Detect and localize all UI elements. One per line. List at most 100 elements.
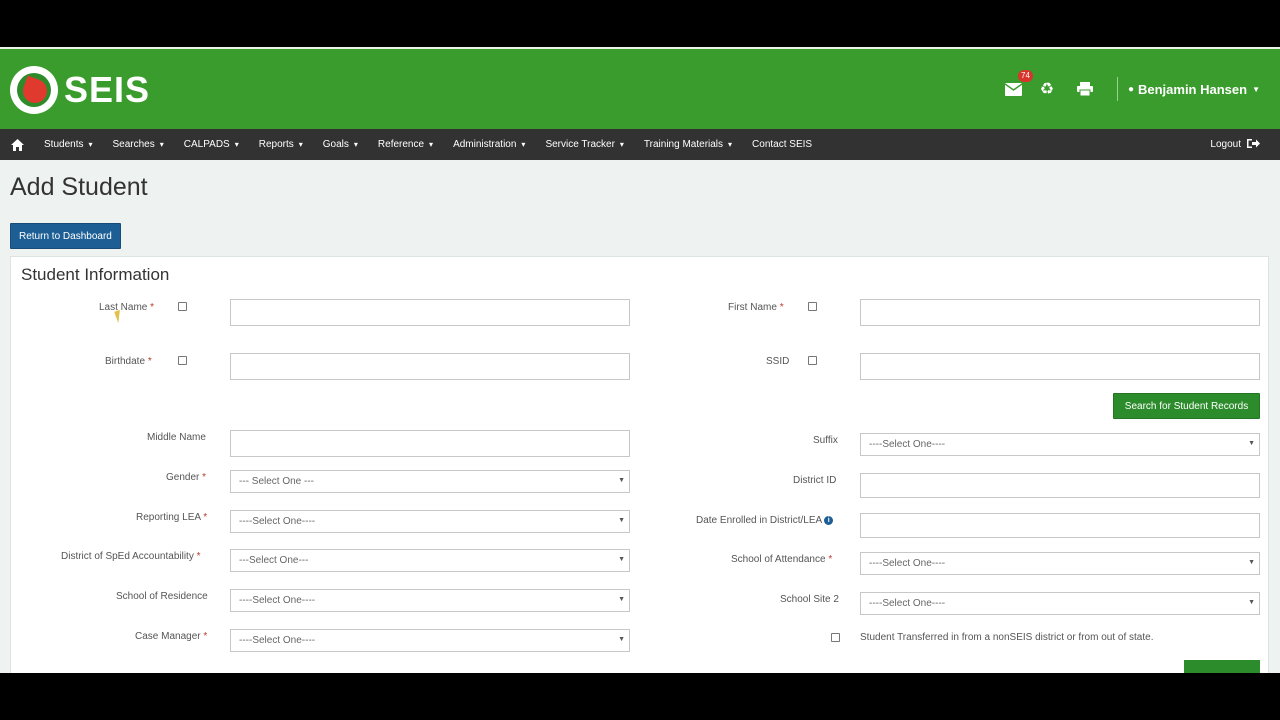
user-icon: ● xyxy=(1127,83,1134,95)
page-title: Add Student xyxy=(10,173,148,201)
suffix-label: Suffix xyxy=(813,435,838,446)
student-information-panel: Student Information Last Name * First Na… xyxy=(10,256,1269,673)
reporting-lea-label: Reporting LEA * xyxy=(136,512,207,523)
chevron-down-icon: ▼ xyxy=(1248,440,1255,447)
chevron-down-icon: ▾ xyxy=(429,140,434,149)
chevron-down-icon: ▼ xyxy=(618,556,625,563)
nav-reports-label: Reports xyxy=(258,139,294,150)
school-attendance-select[interactable]: ----Select One---- ▼ xyxy=(860,552,1260,575)
chevron-down-icon: ▼ xyxy=(1252,84,1260,94)
nav-reports[interactable]: Reports ▾ xyxy=(249,139,313,150)
last-name-input[interactable] xyxy=(230,299,630,326)
top-header: SEIS 74 ♻ ● Benjamin Hansen ▼ xyxy=(0,47,1280,129)
district-sped-value: ---Select One--- xyxy=(239,555,309,566)
school-site2-label: School Site 2 xyxy=(780,594,839,605)
chevron-down-icon: ▾ xyxy=(728,140,733,149)
nav-goals-label: Goals xyxy=(322,139,349,150)
header-actions: 74 ♻ ● Benjamin Hansen ▼ xyxy=(991,70,1260,101)
nav-reference[interactable]: Reference ▾ xyxy=(368,139,443,150)
last-name-label: Last Name * xyxy=(99,302,154,313)
nav-service-tracker-label: Service Tracker xyxy=(545,139,615,150)
transfer-label: Student Transferred in from a nonSEIS di… xyxy=(860,632,1154,643)
middle-name-input[interactable] xyxy=(230,430,630,457)
birthdate-input[interactable] xyxy=(230,353,630,380)
suffix-select[interactable]: ----Select One---- ▼ xyxy=(860,433,1260,456)
chevron-down-icon: ▼ xyxy=(1248,599,1255,606)
chevron-down-icon: ▾ xyxy=(159,140,164,149)
chevron-down-icon: ▾ xyxy=(619,140,624,149)
mail-icon[interactable]: 74 xyxy=(1004,70,1033,99)
app-screen: SEIS 74 ♻ ● Benjamin Hansen ▼ Students ▾ … xyxy=(0,47,1280,673)
school-attendance-value: ----Select One---- xyxy=(869,558,946,569)
recycle-icon[interactable]: ♻ xyxy=(1037,79,1057,99)
required-mark: * xyxy=(828,554,833,565)
required-mark: * xyxy=(150,302,155,313)
school-site2-value: ----Select One---- xyxy=(869,598,946,609)
logout-link[interactable]: Logout xyxy=(1210,129,1260,160)
school-residence-value: ----Select One---- xyxy=(239,595,316,606)
last-name-checkbox[interactable] xyxy=(178,302,187,311)
user-menu[interactable]: ● Benjamin Hansen ▼ xyxy=(1128,82,1260,97)
ssid-input[interactable] xyxy=(860,353,1260,380)
gender-select[interactable]: --- Select One --- ▼ xyxy=(230,470,630,493)
nav-students[interactable]: Students ▾ xyxy=(34,139,103,150)
required-mark: * xyxy=(202,472,207,483)
nav-contact-seis[interactable]: Contact SEIS xyxy=(742,139,822,150)
school-site2-select[interactable]: ----Select One---- ▼ xyxy=(860,592,1260,615)
nav-administration[interactable]: Administration ▾ xyxy=(443,139,535,150)
print-icon[interactable] xyxy=(1075,79,1095,99)
required-mark: * xyxy=(196,551,201,562)
return-to-dashboard-button[interactable]: Return to Dashboard xyxy=(10,223,121,249)
school-residence-select[interactable]: ----Select One---- ▼ xyxy=(230,589,630,612)
nav-administration-label: Administration xyxy=(453,139,517,150)
required-mark: * xyxy=(147,356,152,367)
nav-calpads-label: CALPADS xyxy=(183,139,230,150)
nav-training-materials-label: Training Materials xyxy=(643,139,724,150)
nav-training-materials[interactable]: Training Materials ▾ xyxy=(634,139,742,150)
case-manager-select[interactable]: ----Select One---- ▼ xyxy=(230,629,630,652)
header-divider xyxy=(1116,77,1118,101)
save-button-partial[interactable] xyxy=(1184,660,1260,673)
logout-label: Logout xyxy=(1210,139,1241,150)
ssid-checkbox[interactable] xyxy=(808,356,817,365)
case-manager-label: Case Manager * xyxy=(135,631,207,642)
required-mark: * xyxy=(203,631,208,642)
chevron-down-icon: ▾ xyxy=(353,140,358,149)
required-mark: * xyxy=(779,302,784,313)
required-mark: * xyxy=(203,512,208,523)
first-name-checkbox[interactable] xyxy=(808,302,817,311)
gender-value: --- Select One --- xyxy=(239,476,315,487)
birthdate-checkbox[interactable] xyxy=(178,356,187,365)
district-sped-select[interactable]: ---Select One--- ▼ xyxy=(230,549,630,572)
nav-service-tracker[interactable]: Service Tracker ▾ xyxy=(535,139,633,150)
first-name-label: First Name * xyxy=(728,302,784,313)
home-icon[interactable] xyxy=(0,138,34,151)
chevron-down-icon: ▼ xyxy=(618,636,625,643)
transfer-checkbox[interactable] xyxy=(831,633,840,642)
district-id-input[interactable] xyxy=(860,473,1260,498)
chevron-down-icon: ▾ xyxy=(521,140,526,149)
seis-logo[interactable]: SEIS xyxy=(10,66,150,114)
nav-searches[interactable]: Searches ▾ xyxy=(103,139,174,150)
birthdate-label-text: Birthdate xyxy=(105,356,146,367)
chevron-down-icon: ▼ xyxy=(618,477,625,484)
panel-title: Student Information xyxy=(21,265,170,284)
mail-count-badge: 74 xyxy=(1018,70,1033,82)
chevron-down-icon: ▼ xyxy=(1248,559,1255,566)
first-name-input[interactable] xyxy=(860,299,1260,326)
nav-goals[interactable]: Goals ▾ xyxy=(313,139,368,150)
district-id-label: District ID xyxy=(793,475,837,486)
search-student-records-button[interactable]: Search for Student Records xyxy=(1113,393,1260,419)
nav-calpads[interactable]: CALPADS ▾ xyxy=(174,139,249,150)
chevron-down-icon: ▾ xyxy=(88,140,93,149)
nav-contact-seis-label: Contact SEIS xyxy=(752,139,813,150)
middle-name-label: Middle Name xyxy=(147,432,206,443)
reporting-lea-value: ----Select One---- xyxy=(239,516,316,527)
nav-students-label: Students xyxy=(44,139,84,150)
case-manager-value: ----Select One---- xyxy=(239,635,316,646)
logout-icon xyxy=(1247,138,1260,152)
date-enrolled-input[interactable] xyxy=(860,513,1260,538)
reporting-lea-select[interactable]: ----Select One---- ▼ xyxy=(230,510,630,533)
date-enrolled-label-text: Date Enrolled in District/LEA xyxy=(696,515,823,526)
info-icon[interactable]: i xyxy=(824,515,834,525)
